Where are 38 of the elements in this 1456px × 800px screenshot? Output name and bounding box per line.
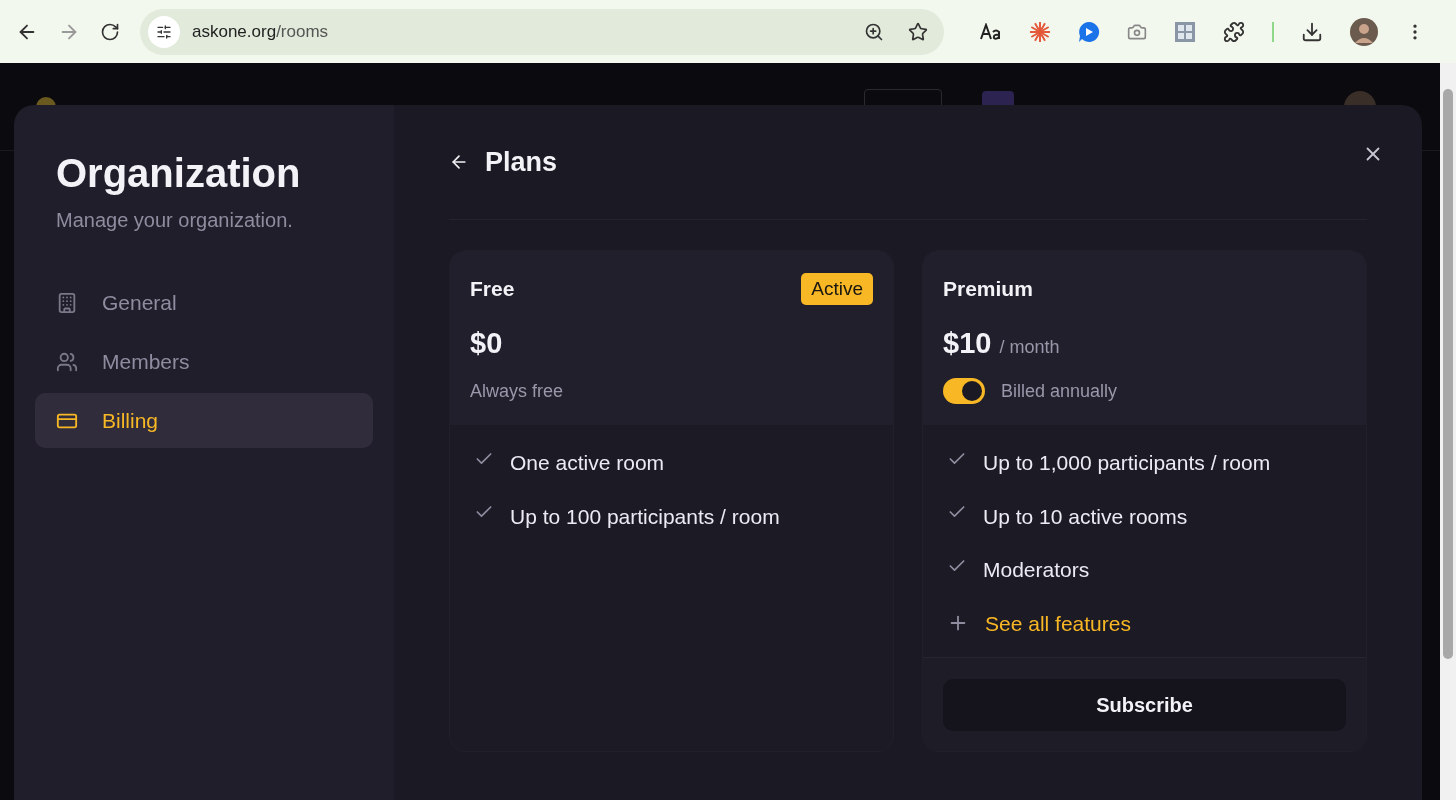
address-bar[interactable]: askone.org/rooms <box>140 8 944 55</box>
profile-avatar[interactable] <box>1350 17 1378 46</box>
billing-toggle[interactable] <box>943 378 985 404</box>
extensions-icon[interactable] <box>1223 20 1245 43</box>
grid-icon[interactable] <box>1174 20 1196 43</box>
page-title: Plans <box>485 145 558 179</box>
features-link[interactable]: See all features <box>985 607 1131 639</box>
active-badge: Active <box>801 272 873 306</box>
bookmark-icon[interactable] <box>908 21 928 42</box>
plan-note: Always free <box>470 379 564 403</box>
url-text: askone.org/rooms <box>192 20 330 43</box>
burst-icon[interactable] <box>1029 20 1051 43</box>
nav-item[interactable]: Billing <box>35 393 373 448</box>
text-style-icon[interactable] <box>980 22 1002 41</box>
download-icon[interactable] <box>1301 20 1323 43</box>
chat-bubble-icon[interactable] <box>1078 20 1100 43</box>
plan-note: Billed annually <box>1001 379 1118 403</box>
reload-icon[interactable] <box>100 21 120 42</box>
plan-price: $10 <box>943 326 992 361</box>
scrollbar[interactable] <box>1440 63 1456 800</box>
subscribe-button[interactable]: Subscribe <box>943 678 1346 731</box>
users-icon <box>56 350 78 373</box>
plan-name: Free <box>470 276 515 303</box>
feature-text: One active room <box>510 450 665 476</box>
plan-price: $0 <box>470 326 503 361</box>
plan-name: Premium <box>943 276 1033 303</box>
feature-text: Up to 100 participants / room <box>510 503 780 530</box>
building-icon <box>56 291 78 314</box>
price-period: / month <box>999 336 1060 359</box>
sidebar-title: Organization <box>55 153 302 193</box>
site-settings-icon[interactable] <box>148 15 180 48</box>
sidebar-subtitle: Manage your organization. <box>55 208 294 233</box>
feature-text: Up to 10 active rooms <box>983 503 1188 530</box>
zoom-icon[interactable] <box>864 21 884 42</box>
feature-text: Up to 1,000 participants / room <box>983 450 1271 476</box>
nav-item[interactable]: General <box>35 275 373 330</box>
nav-item[interactable]: Members <box>35 334 373 389</box>
feature-text: Moderators <box>983 557 1090 583</box>
